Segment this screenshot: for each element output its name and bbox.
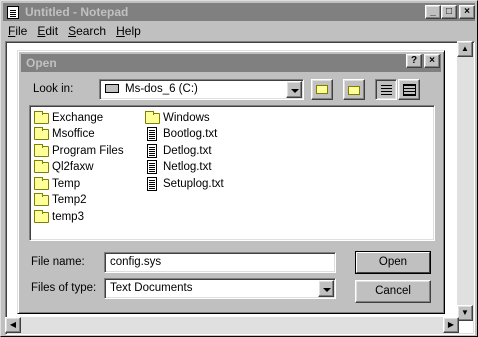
folder-icon	[145, 111, 160, 124]
list-item[interactable]: Detlog.txt	[144, 143, 212, 159]
help-button[interactable]: ?	[406, 54, 422, 68]
list-item[interactable]: temp3	[33, 209, 84, 225]
list-item[interactable]: Msoffice	[33, 126, 95, 142]
vertical-scrollbar[interactable]: ▲ ▼	[457, 41, 473, 321]
minimize-button[interactable]: _	[425, 5, 441, 19]
create-new-folder-button[interactable]	[343, 79, 365, 100]
list-item[interactable]: Setuplog.txt	[144, 176, 224, 192]
folder-icon	[34, 177, 49, 190]
up-one-level-icon	[316, 85, 328, 94]
dialog-title: Open	[26, 56, 57, 70]
details-view-button[interactable]	[398, 79, 420, 100]
list-item[interactable]: Program Files	[33, 143, 124, 159]
text-file-icon	[147, 144, 157, 158]
cancel-button-label: Cancel	[375, 285, 411, 297]
open-button[interactable]: Open	[355, 251, 431, 274]
scroll-up-icon[interactable]: ▲	[457, 41, 473, 57]
open-button-label: Open	[378, 256, 408, 268]
folder-icon	[34, 160, 49, 173]
list-view-button[interactable]	[375, 79, 397, 100]
dialog-close-button[interactable]: ×	[424, 54, 440, 68]
up-one-level-button[interactable]	[311, 79, 333, 100]
menu-bar: File Edit Search Help	[3, 22, 475, 41]
look-in-value: Ms-dos_6 (C:)	[125, 83, 198, 95]
list-item[interactable]: Windows	[144, 110, 210, 126]
list-item[interactable]: Bootlog.txt	[144, 126, 217, 142]
folder-icon	[34, 193, 49, 206]
list-item[interactable]: Ql2faxw	[33, 159, 94, 175]
text-file-icon	[147, 127, 157, 141]
file-name-value: config.sys	[110, 256, 162, 268]
list-view-icon	[381, 85, 392, 95]
scroll-left-icon[interactable]: ◀	[5, 317, 21, 333]
drive-icon	[105, 84, 119, 93]
close-button[interactable]: ×	[459, 5, 475, 19]
cancel-button[interactable]: Cancel	[355, 280, 431, 303]
look-in-combo[interactable]: Ms-dos_6 (C:)	[99, 79, 304, 100]
dialog-title-bar[interactable]: Open	[21, 54, 441, 72]
file-list[interactable]: Exchange Msoffice Program Files Ql2faxw …	[29, 105, 435, 241]
notepad-title-bar[interactable]: Untitled - Notepad	[3, 3, 475, 21]
scroll-right-icon[interactable]: ▶	[443, 317, 459, 333]
text-file-icon	[147, 177, 157, 191]
folder-icon	[34, 144, 49, 157]
files-of-type-label: Files of type:	[31, 282, 97, 294]
dropdown-arrow-icon[interactable]	[286, 81, 302, 98]
menu-file[interactable]: File	[3, 22, 32, 41]
file-name-label: File name:	[31, 256, 85, 268]
notepad-title: Untitled - Notepad	[25, 5, 129, 19]
close-icon: ×	[464, 6, 470, 17]
create-new-folder-icon	[348, 86, 360, 95]
menu-search[interactable]: Search	[63, 22, 111, 41]
dropdown-arrow-icon[interactable]	[318, 280, 334, 297]
maximize-button[interactable]: □	[441, 5, 457, 19]
folder-icon	[34, 127, 49, 140]
list-item[interactable]: Exchange	[33, 110, 103, 126]
files-of-type-combo[interactable]: Text Documents	[104, 278, 336, 299]
minimize-icon: _	[430, 6, 436, 17]
text-file-icon	[147, 160, 157, 174]
files-of-type-value: Text Documents	[110, 282, 193, 294]
horizontal-scrollbar[interactable]: ◀ ▶	[5, 317, 459, 333]
open-dialog: Open ? × Look in: Ms-dos_6 (C:) Exchange…	[17, 50, 445, 314]
folder-icon	[34, 210, 49, 223]
close-icon: ×	[429, 55, 435, 66]
notepad-icon	[7, 6, 19, 19]
list-item[interactable]: Temp2	[33, 192, 87, 208]
file-name-field[interactable]: config.sys	[104, 252, 336, 273]
folder-icon	[34, 111, 49, 124]
menu-edit[interactable]: Edit	[32, 22, 63, 41]
menu-help[interactable]: Help	[111, 22, 146, 41]
scroll-down-icon[interactable]: ▼	[457, 305, 473, 321]
details-view-icon	[403, 84, 416, 96]
help-icon: ?	[410, 55, 418, 66]
list-item[interactable]: Temp	[33, 176, 80, 192]
maximize-icon: □	[445, 6, 453, 17]
look-in-label: Look in:	[33, 83, 74, 95]
list-item[interactable]: Netlog.txt	[144, 159, 212, 175]
